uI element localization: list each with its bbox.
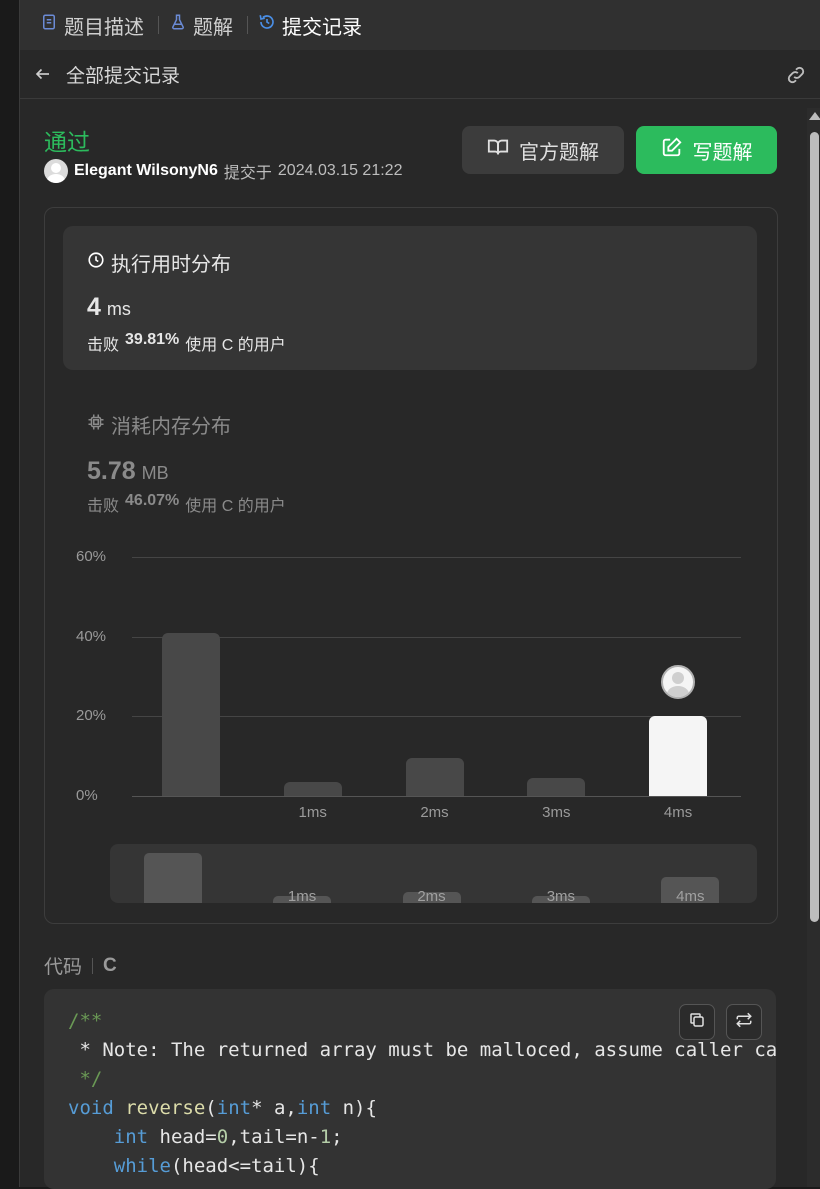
submission-status: 通过 xyxy=(44,129,90,155)
document-icon xyxy=(40,13,58,37)
submission-detail-pane: 题目描述 题解 提交记录 全部提交记录 通过 Elegant WilsonyN6 xyxy=(19,0,820,1189)
brush-tick-label: 3ms xyxy=(546,888,576,903)
write-solution-button[interactable]: 写题解 xyxy=(636,126,777,174)
runtime-value: 4 ms xyxy=(87,293,131,322)
runtime-card[interactable]: 执行用时分布 4 ms 击败 39.81% 使用 C 的用户 xyxy=(63,226,757,370)
runtime-title-text: 执行用时分布 xyxy=(111,254,231,276)
edit-icon xyxy=(661,136,683,164)
runtime-beat-prefix: 击败 xyxy=(87,337,120,354)
chart-range-brush[interactable]: 1ms 2ms 3ms 4ms xyxy=(110,844,757,903)
scroll-up-arrow[interactable] xyxy=(809,112,820,120)
submission-meta: Elegant WilsonyN6 提交于 2024.03.15 21:22 xyxy=(44,159,402,183)
chip-icon xyxy=(87,413,105,437)
sub-header: 全部提交记录 xyxy=(20,50,820,99)
memory-beat-suffix: 使用 C 的用户 xyxy=(185,498,286,515)
code-language: C xyxy=(103,954,117,976)
link-icon[interactable] xyxy=(785,64,807,86)
brush-bar xyxy=(143,853,202,903)
memory-unit: MB xyxy=(141,463,169,483)
memory-value: 5.78 MB xyxy=(87,457,169,486)
x-tick-label: 2ms xyxy=(420,804,449,821)
chart-bar[interactable] xyxy=(649,716,708,796)
brush-tick-label: 1ms xyxy=(287,888,317,903)
runtime-unit: ms xyxy=(106,299,131,319)
y-tick-label: 0% xyxy=(76,787,98,804)
runtime-beat-suffix: 使用 C 的用户 xyxy=(185,337,286,354)
brush-tick-label: 2ms xyxy=(417,888,446,903)
memory-beat: 击败 46.07% 使用 C 的用户 xyxy=(87,492,286,516)
book-icon xyxy=(487,136,509,164)
runtime-title: 执行用时分布 xyxy=(87,248,231,277)
code-header: 代码 C xyxy=(44,952,117,979)
chart-gridline xyxy=(132,557,741,558)
memory-number: 5.78 xyxy=(87,457,136,485)
y-tick-label: 60% xyxy=(76,548,107,565)
scrollbar-thumb[interactable] xyxy=(810,132,819,922)
y-tick-label: 40% xyxy=(76,627,107,645)
chart-bar[interactable] xyxy=(161,632,220,796)
runtime-beat-pct: 39.81% xyxy=(125,331,180,348)
all-submissions-title: 全部提交记录 xyxy=(66,65,181,87)
official-solution-label: 官方题解 xyxy=(519,141,599,164)
memory-beat-pct: 46.07% xyxy=(125,492,180,509)
official-solution-button[interactable]: 官方题解 xyxy=(462,126,624,174)
tab-description-label: 题目描述 xyxy=(64,16,144,39)
chart-bar[interactable] xyxy=(283,782,342,796)
tab-description[interactable]: 题目描述 xyxy=(20,0,154,50)
chart-gridline xyxy=(132,636,741,638)
code-comment-end: */ xyxy=(68,1068,103,1090)
code-label: 代码 xyxy=(44,957,83,978)
x-tick-label: 3ms xyxy=(542,804,571,821)
username[interactable]: Elegant WilsonyN6 xyxy=(74,162,218,180)
code-content[interactable]: /** * Note: The returned array must be m… xyxy=(68,1007,776,1181)
tab-divider xyxy=(247,16,248,34)
code-comment-note: * Note: The returned array must be mallo… xyxy=(79,1039,776,1061)
write-solution-label: 写题解 xyxy=(692,141,753,164)
x-tick-label: 4ms xyxy=(663,804,693,821)
memory-title-text: 消耗内存分布 xyxy=(111,416,231,438)
brush-tick-label: 4ms xyxy=(676,888,705,903)
submitted-time: 2024.03.15 21:22 xyxy=(277,162,403,179)
tab-bar: 题目描述 题解 提交记录 xyxy=(20,0,820,50)
x-tick-label: 1ms xyxy=(298,804,327,821)
vertical-scrollbar[interactable] xyxy=(807,108,820,1187)
tab-divider xyxy=(158,16,159,34)
code-comment: /** xyxy=(68,1010,103,1032)
clock-icon xyxy=(87,251,105,275)
code-block[interactable]: /** * Note: The returned array must be m… xyxy=(44,989,776,1189)
memory-title: 消耗内存分布 xyxy=(87,410,231,439)
avatar[interactable] xyxy=(44,159,68,183)
tab-submissions-label: 提交记录 xyxy=(282,16,362,39)
y-tick-label: 20% xyxy=(76,707,107,725)
code-header-divider xyxy=(92,957,94,974)
chart-bar[interactable] xyxy=(527,778,586,796)
chart-bar[interactable] xyxy=(405,758,464,796)
submitted-prefix: 提交于 xyxy=(223,165,272,182)
runtime-number: 4 xyxy=(87,293,101,321)
memory-beat-prefix: 击败 xyxy=(87,498,120,515)
tab-submissions[interactable]: 提交记录 xyxy=(258,0,372,50)
runtime-beat: 击败 39.81% 使用 C 的用户 xyxy=(87,331,286,355)
chart-gridline xyxy=(132,796,741,797)
tab-solutions[interactable]: 题解 xyxy=(169,0,243,50)
history-icon xyxy=(258,13,276,37)
arrow-left-icon[interactable] xyxy=(34,65,52,83)
tab-solutions-label: 题解 xyxy=(193,16,233,39)
flask-icon xyxy=(169,13,187,37)
